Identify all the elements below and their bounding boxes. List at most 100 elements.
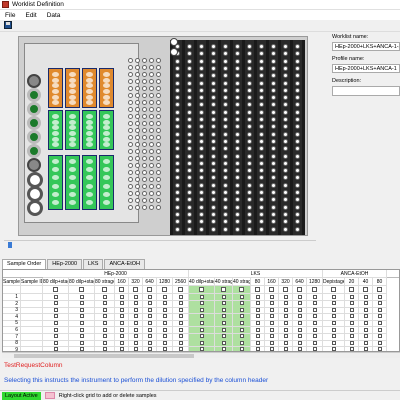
cell-checkbox[interactable] bbox=[349, 314, 354, 319]
slide-field[interactable] bbox=[295, 182, 300, 188]
rack-tube[interactable] bbox=[69, 175, 76, 181]
well-position[interactable] bbox=[149, 142, 154, 147]
cell-checkbox[interactable] bbox=[297, 347, 302, 351]
well-position[interactable] bbox=[149, 86, 154, 91]
well-position[interactable] bbox=[149, 100, 154, 105]
rack-tube[interactable] bbox=[103, 114, 110, 119]
well-position[interactable] bbox=[142, 149, 147, 154]
well-position[interactable] bbox=[142, 198, 147, 203]
rack-tube[interactable] bbox=[103, 136, 110, 142]
slide-field[interactable] bbox=[187, 65, 192, 71]
cell-checkbox[interactable] bbox=[221, 307, 226, 312]
slide-field[interactable] bbox=[295, 190, 300, 195]
column-header[interactable]: 40 strage bbox=[233, 278, 251, 286]
well-position[interactable] bbox=[149, 93, 154, 98]
rack-tube[interactable] bbox=[69, 77, 76, 83]
cell-checkbox[interactable] bbox=[162, 347, 167, 351]
slide-field[interactable] bbox=[187, 80, 192, 86]
cell-checkbox[interactable] bbox=[119, 347, 124, 351]
slide-field[interactable] bbox=[199, 182, 204, 188]
cell-checkbox[interactable] bbox=[239, 301, 244, 306]
slide-field[interactable] bbox=[235, 44, 240, 49]
slide-field[interactable] bbox=[175, 219, 180, 225]
slide-field[interactable] bbox=[271, 226, 276, 232]
slide-field[interactable] bbox=[295, 226, 300, 232]
header-checkbox[interactable] bbox=[79, 287, 84, 293]
cell-checkbox[interactable] bbox=[79, 334, 84, 339]
slide-strip[interactable] bbox=[185, 40, 194, 235]
slide-field[interactable] bbox=[283, 211, 288, 217]
rack-tube[interactable] bbox=[69, 83, 76, 89]
rack-tube[interactable] bbox=[103, 159, 110, 164]
rack-tube[interactable] bbox=[86, 175, 93, 181]
cell-checkbox[interactable] bbox=[102, 327, 107, 332]
rack-tube[interactable] bbox=[69, 119, 76, 125]
well-position[interactable] bbox=[149, 177, 154, 182]
cell-checkbox[interactable] bbox=[133, 301, 138, 306]
rack-tube[interactable] bbox=[86, 125, 93, 131]
slide-field[interactable] bbox=[235, 182, 240, 188]
header-checkbox[interactable] bbox=[178, 287, 183, 293]
slide-field[interactable] bbox=[247, 109, 252, 115]
slide-field[interactable] bbox=[187, 109, 192, 115]
slide-field[interactable] bbox=[271, 58, 276, 64]
slide-field[interactable] bbox=[223, 109, 228, 115]
rack-tube[interactable] bbox=[86, 167, 93, 173]
slide-field[interactable] bbox=[211, 87, 216, 93]
slide-strip[interactable] bbox=[197, 40, 206, 235]
well-position[interactable] bbox=[149, 149, 154, 154]
slide-field[interactable] bbox=[223, 124, 228, 130]
well-position[interactable] bbox=[128, 107, 133, 112]
slide-field[interactable] bbox=[247, 146, 252, 152]
well-position[interactable] bbox=[128, 149, 133, 154]
well-position[interactable] bbox=[135, 163, 140, 168]
slide-field[interactable] bbox=[295, 131, 300, 137]
header-checkbox[interactable] bbox=[312, 287, 317, 293]
sample-rack[interactable] bbox=[82, 110, 97, 150]
header-checkbox[interactable] bbox=[377, 287, 382, 293]
rack-tube[interactable] bbox=[86, 191, 93, 197]
slide-field[interactable] bbox=[259, 197, 264, 203]
slide-field[interactable] bbox=[223, 175, 228, 181]
rack-tube[interactable] bbox=[52, 89, 59, 94]
cell-checkbox[interactable] bbox=[377, 301, 382, 306]
cell-checkbox[interactable] bbox=[283, 347, 288, 351]
slide-field[interactable] bbox=[235, 95, 240, 101]
worklist-name-field[interactable]: HEp-2000+LKS+ANCA-1-2022 bbox=[332, 42, 400, 51]
rack-tube[interactable] bbox=[52, 159, 59, 164]
slide-field[interactable] bbox=[295, 65, 300, 71]
cell-checkbox[interactable] bbox=[221, 301, 226, 306]
column-header[interactable]: Depistage 20 bbox=[323, 278, 345, 286]
cell-checkbox[interactable] bbox=[178, 340, 183, 345]
tab-lks[interactable]: LKS bbox=[83, 259, 104, 269]
slide-field[interactable] bbox=[283, 153, 288, 159]
slide-field[interactable] bbox=[211, 197, 216, 203]
cell-checkbox[interactable] bbox=[199, 347, 204, 351]
slide-field[interactable] bbox=[211, 51, 216, 57]
slide-field[interactable] bbox=[247, 117, 252, 122]
well-position[interactable] bbox=[156, 79, 161, 84]
cell-checkbox[interactable] bbox=[283, 301, 288, 306]
well-position[interactable] bbox=[135, 100, 140, 105]
well-position[interactable] bbox=[128, 128, 133, 133]
cell-checkbox[interactable] bbox=[331, 301, 336, 306]
slide-field[interactable] bbox=[235, 58, 240, 64]
slide-field[interactable] bbox=[295, 117, 300, 122]
cell-checkbox[interactable] bbox=[255, 327, 260, 332]
slide-field[interactable] bbox=[223, 168, 228, 174]
slide-field[interactable] bbox=[223, 117, 228, 122]
slide-field[interactable] bbox=[199, 226, 204, 232]
slide-field[interactable] bbox=[271, 95, 276, 101]
well-position[interactable] bbox=[128, 86, 133, 91]
well-position[interactable] bbox=[135, 79, 140, 84]
well-position[interactable] bbox=[128, 177, 133, 182]
slide-field[interactable] bbox=[247, 44, 252, 49]
slide-field[interactable] bbox=[259, 146, 264, 152]
well-position[interactable] bbox=[149, 205, 154, 210]
slide-field[interactable] bbox=[295, 102, 300, 108]
cell-checkbox[interactable] bbox=[199, 321, 204, 326]
slide-strip-area[interactable] bbox=[170, 40, 305, 235]
column-header[interactable]: 320 bbox=[129, 278, 143, 286]
rack-tube[interactable] bbox=[86, 72, 93, 77]
cell-checkbox[interactable] bbox=[221, 321, 226, 326]
